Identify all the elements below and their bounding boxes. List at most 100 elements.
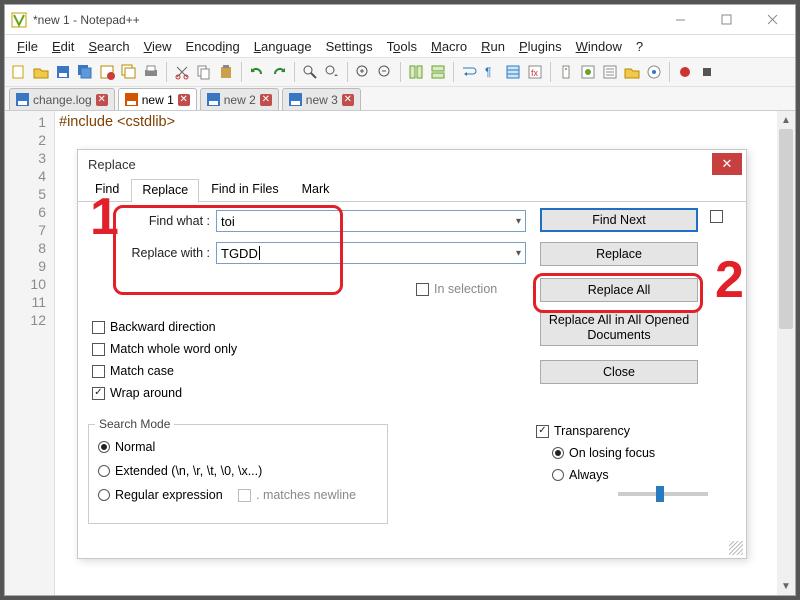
tab-new-1[interactable]: new 1 ✕: [118, 88, 197, 110]
dialog-title: Replace: [88, 157, 136, 172]
udl-icon[interactable]: fx: [525, 62, 545, 82]
menu-encoding[interactable]: Encoding: [180, 37, 246, 56]
doc-map-icon[interactable]: [556, 62, 576, 82]
replace-all-opened-button[interactable]: Replace All in All Opened Documents: [540, 310, 698, 346]
scroll-up-icon[interactable]: ▲: [777, 111, 795, 129]
find-icon[interactable]: [300, 62, 320, 82]
close-file-icon[interactable]: [97, 62, 117, 82]
search-mode-extended[interactable]: Extended (\n, \r, \t, \0, \x...): [98, 464, 262, 478]
close-button[interactable]: [749, 5, 795, 35]
match-whole-word-checkbox[interactable]: Match whole word only: [92, 342, 237, 356]
replace-all-button[interactable]: Replace All: [540, 278, 698, 302]
window-title: *new 1 - Notepad++: [33, 13, 657, 27]
copy-icon[interactable]: [194, 62, 214, 82]
replace-with-input[interactable]: TGDD▾: [216, 242, 526, 264]
wrap-around-checkbox[interactable]: Wrap around: [92, 386, 182, 400]
tab-label: change.log: [33, 93, 92, 107]
scroll-down-icon[interactable]: ▼: [777, 577, 795, 595]
menu-plugins[interactable]: Plugins: [513, 37, 568, 56]
minimize-button[interactable]: [657, 5, 703, 35]
menu-run[interactable]: Run: [475, 37, 511, 56]
tab-close-icon[interactable]: ✕: [96, 94, 108, 106]
transparency-checkbox[interactable]: Transparency: [536, 424, 630, 438]
transparency-always[interactable]: Always: [552, 468, 609, 482]
menu-edit[interactable]: Edit: [46, 37, 80, 56]
search-mode-regex[interactable]: Regular expression: [98, 488, 223, 502]
redo-icon[interactable]: [269, 62, 289, 82]
monitoring-icon[interactable]: [644, 62, 664, 82]
close-all-icon[interactable]: [119, 62, 139, 82]
app-window: *new 1 - Notepad++ File Edit Search View…: [4, 4, 796, 596]
menu-help[interactable]: ?: [630, 37, 649, 56]
replace-icon[interactable]: [322, 62, 342, 82]
print-icon[interactable]: [141, 62, 161, 82]
new-file-icon[interactable]: [9, 62, 29, 82]
tab-new-2[interactable]: new 2 ✕: [200, 88, 279, 110]
find-next-toggle-checkbox[interactable]: [710, 210, 723, 223]
tab-label: new 1: [142, 93, 174, 107]
transparency-slider[interactable]: [618, 492, 708, 496]
chevron-down-icon[interactable]: ▾: [516, 216, 521, 227]
menu-search[interactable]: Search: [82, 37, 135, 56]
sync-h-icon[interactable]: [428, 62, 448, 82]
tab-find-in-files[interactable]: Find in Files: [200, 178, 289, 201]
menu-file[interactable]: File: [11, 37, 44, 56]
match-case-checkbox[interactable]: Match case: [92, 364, 174, 378]
transparency-on-losing-focus[interactable]: On losing focus: [552, 446, 655, 460]
menu-window[interactable]: Window: [570, 37, 628, 56]
menu-language[interactable]: Language: [248, 37, 318, 56]
tab-close-icon[interactable]: ✕: [260, 94, 272, 106]
maximize-button[interactable]: [703, 5, 749, 35]
stop-macro-icon[interactable]: [697, 62, 717, 82]
scroll-thumb[interactable]: [779, 129, 793, 329]
sync-v-icon[interactable]: [406, 62, 426, 82]
titlebar: *new 1 - Notepad++: [5, 5, 795, 35]
menu-tools[interactable]: Tools: [381, 37, 423, 56]
resize-grip-icon[interactable]: [729, 541, 743, 555]
save-all-icon[interactable]: [75, 62, 95, 82]
menu-macro[interactable]: Macro: [425, 37, 473, 56]
search-mode-legend: Search Mode: [95, 417, 174, 431]
replace-button[interactable]: Replace: [540, 242, 698, 266]
tab-close-icon[interactable]: ✕: [342, 94, 354, 106]
chevron-down-icon[interactable]: ▾: [516, 248, 521, 259]
undo-icon[interactable]: [247, 62, 267, 82]
close-dialog-button[interactable]: Close: [540, 360, 698, 384]
toolbar: ¶ fx: [5, 57, 795, 87]
folder-workspace-icon[interactable]: [622, 62, 642, 82]
replace-with-label: Replace with :: [100, 246, 210, 260]
slider-handle[interactable]: [656, 486, 664, 502]
replace-dialog: Replace ✕ Find Replace Find in Files Mar…: [77, 149, 747, 559]
tab-change-log[interactable]: change.log ✕: [9, 88, 115, 110]
indent-guide-icon[interactable]: [503, 62, 523, 82]
tab-close-icon[interactable]: ✕: [178, 94, 190, 106]
cut-icon[interactable]: [172, 62, 192, 82]
tab-new-3[interactable]: new 3 ✕: [282, 88, 361, 110]
menu-view[interactable]: View: [138, 37, 178, 56]
find-next-button[interactable]: Find Next: [540, 208, 698, 232]
search-mode-normal[interactable]: Normal: [98, 440, 155, 454]
menubar: File Edit Search View Encoding Language …: [5, 35, 795, 57]
zoom-in-icon[interactable]: [353, 62, 373, 82]
wordwrap-icon[interactable]: [459, 62, 479, 82]
menu-settings[interactable]: Settings: [320, 37, 379, 56]
doc-list-icon[interactable]: [578, 62, 598, 82]
show-all-chars-icon[interactable]: ¶: [481, 62, 501, 82]
tab-replace[interactable]: Replace: [131, 179, 199, 202]
paste-icon[interactable]: [216, 62, 236, 82]
tab-find[interactable]: Find: [84, 178, 130, 201]
find-what-input[interactable]: toi▾: [216, 210, 526, 232]
dialog-close-button[interactable]: ✕: [712, 153, 742, 175]
save-icon[interactable]: [53, 62, 73, 82]
backward-direction-checkbox[interactable]: Backward direction: [92, 320, 216, 334]
document-tabs: change.log ✕ new 1 ✕ new 2 ✕ new 3 ✕: [5, 87, 795, 111]
disk-icon: [16, 93, 29, 106]
code-token: #include: [59, 114, 117, 130]
open-file-icon[interactable]: [31, 62, 51, 82]
function-list-icon[interactable]: [600, 62, 620, 82]
dialog-tabs: Find Replace Find in Files Mark: [78, 178, 746, 202]
tab-mark[interactable]: Mark: [291, 178, 341, 201]
vertical-scrollbar[interactable]: ▲ ▼: [777, 111, 795, 595]
record-macro-icon[interactable]: [675, 62, 695, 82]
zoom-out-icon[interactable]: [375, 62, 395, 82]
